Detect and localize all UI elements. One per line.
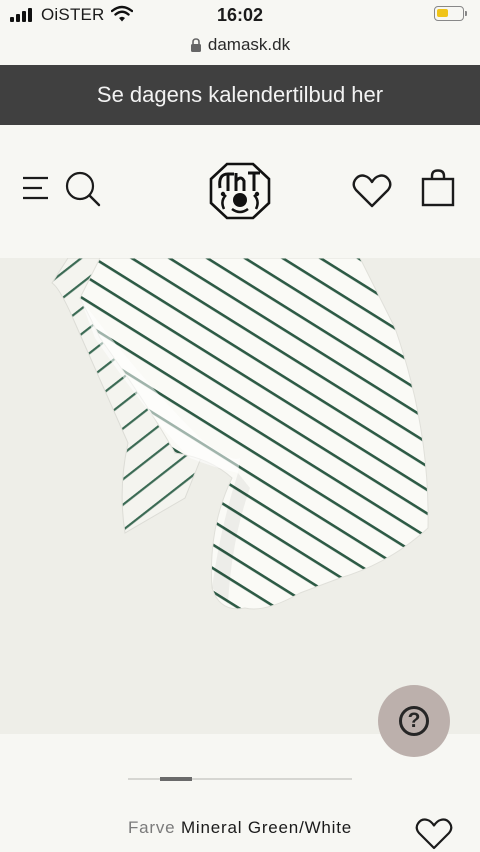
shopping-bag-icon[interactable]	[421, 169, 455, 207]
product-color-row: Farve Mineral Green/White	[0, 818, 480, 850]
color-label: Farve	[127, 818, 176, 837]
add-to-wishlist-heart-icon[interactable]	[415, 818, 453, 850]
carousel-progress[interactable]	[128, 777, 352, 781]
site-header	[0, 125, 480, 258]
color-value: Mineral Green/White	[180, 818, 353, 837]
carousel-progress-thumb	[160, 777, 192, 781]
striped-towel-image	[51, 258, 429, 610]
clock: 16:02	[216, 5, 264, 25]
menu-icon[interactable]	[22, 174, 50, 202]
address-bar[interactable]: damask.dk	[0, 30, 480, 60]
help-button[interactable]: ?	[378, 685, 450, 757]
heart-icon[interactable]	[352, 174, 392, 208]
status-bar: OiSTER 16:02	[0, 0, 480, 32]
search-icon[interactable]	[64, 170, 102, 208]
promo-banner-text: Se dagens kalendertilbud her	[96, 82, 384, 107]
lock-icon	[190, 37, 201, 52]
product-image[interactable]	[0, 258, 480, 734]
question-icon: ?	[399, 706, 429, 736]
battery-level	[437, 9, 448, 17]
url-text: damask.dk	[207, 35, 291, 54]
battery-icon	[434, 6, 467, 21]
promo-banner[interactable]: Se dagens kalendertilbud her	[0, 65, 480, 125]
logo[interactable]	[208, 161, 272, 221]
